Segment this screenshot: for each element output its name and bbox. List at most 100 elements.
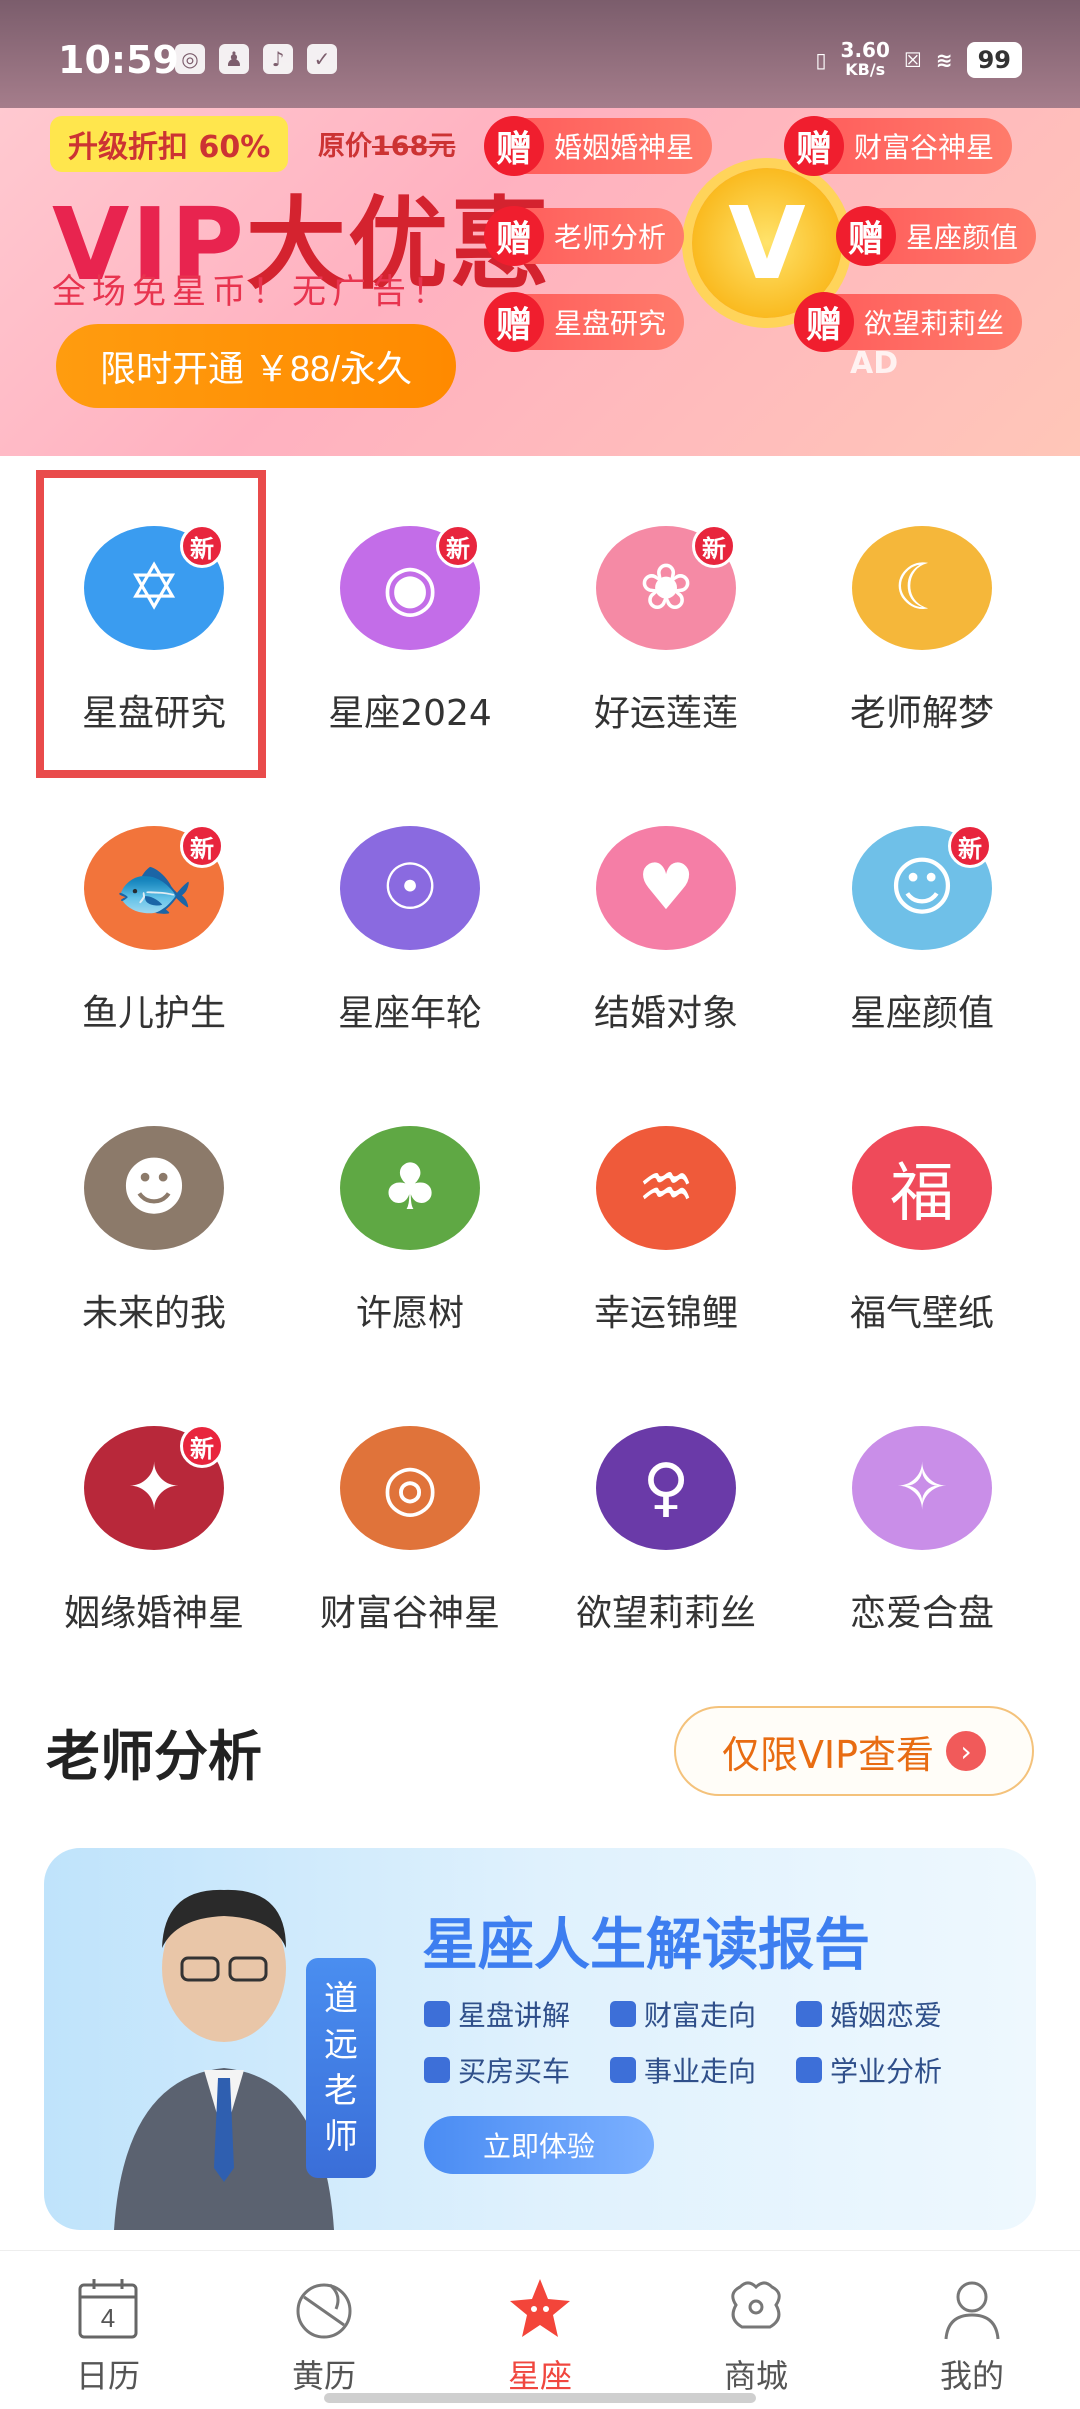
gift-icon: 赠 (484, 116, 544, 176)
section-title: 老师分析 (46, 1725, 262, 1788)
status-right: ▯ 3.60 KB/s ☒ ≋ 99 (816, 40, 1022, 80)
grid-item-label: 福气壁纸 (849, 1293, 994, 1334)
koi-icon: ♒ (596, 1126, 736, 1250)
grid-item[interactable]: ♥ 结婚对象 (538, 756, 794, 1036)
grid-item-label: 结婚对象 (593, 993, 738, 1034)
vip-banner[interactable]: 升级折扣 60% 原价168元 VIP大优惠 全场免星币！无广告！ 限时开通 ￥… (0, 108, 1080, 456)
shop-icon (731, 2281, 781, 2329)
try-now-button[interactable]: 立即体验 (424, 2116, 654, 2174)
selection-highlight (36, 470, 266, 778)
original-price-value: 168元 (372, 131, 456, 162)
gift-label: 财富谷神星 (854, 131, 995, 164)
original-price-label: 原价 (318, 131, 372, 162)
grid-item[interactable]: ♀ 欲望莉莉丝 (538, 1356, 794, 1636)
grid-item-label: 财富谷神星 (319, 1593, 500, 1634)
grid-item-label: 鱼儿护生 (81, 993, 226, 1034)
star-icon (510, 2279, 570, 2337)
notification-icons: ◎ ♟ ♪ ✓ (175, 44, 337, 74)
report-tag: 学业分析 (796, 2050, 942, 2090)
report-tag-label: 婚姻恋爱 (830, 1999, 943, 2032)
grid-item-label: 星座颜值 (849, 993, 994, 1034)
net-speed-unit: KB/s (845, 60, 886, 79)
tab-profile[interactable]: 我的 (864, 2251, 1080, 2409)
thumbs-up-icon (424, 2057, 450, 2083)
gift-label: 欲望莉莉丝 (864, 307, 1005, 340)
vibrate-icon: ▯ (815, 48, 827, 72)
teacher-name-char: 老 (324, 2071, 358, 2111)
report-tag: 事业走向 (610, 2050, 756, 2090)
tab-horoscope[interactable]: 星座 (432, 2251, 648, 2409)
grid-item[interactable]: ☻ 未来的我 (26, 1056, 282, 1336)
thumbs-up-icon (610, 2057, 636, 2083)
grid-item-label: 许愿树 (355, 1293, 464, 1334)
grid-item[interactable]: ☺ 星座颜值新 (794, 756, 1050, 1036)
report-tag: 星盘讲解 (424, 1994, 570, 2034)
report-tag-label: 财富走向 (644, 1999, 757, 2032)
grid-item[interactable]: ✧ 恋爱合盘 (794, 1356, 1050, 1636)
vip-only-label: 仅限VIP查看 (721, 1732, 935, 1777)
zodiac-wheel-icon: ☉ (340, 826, 480, 950)
tab-label: 星座 (507, 2357, 572, 2395)
gift-badge: 赠老师分析 (484, 206, 685, 266)
grid-item[interactable]: ◉ 星座2024 新 (282, 456, 538, 736)
status-time: 10:59 (58, 38, 179, 82)
new-badge: 新 (436, 524, 480, 568)
thumbs-up-icon (610, 2001, 636, 2027)
tab-label: 商城 (723, 2357, 788, 2395)
gift-badge: 赠婚姻婚神星 (484, 116, 713, 176)
tab-shop[interactable]: 商城 (648, 2251, 864, 2409)
report-tag-label: 买房买车 (458, 2055, 571, 2088)
report-tag: 买房买车 (424, 2050, 570, 2090)
gift-label: 婚姻婚神星 (554, 131, 695, 164)
home-indicator[interactable] (324, 2393, 756, 2403)
open-vip-button[interactable]: 限时开通 ￥88/永久 (56, 324, 456, 408)
report-tag: 财富走向 (610, 1994, 756, 2034)
grid-item[interactable]: ✦ 姻缘婚神星新 (26, 1356, 282, 1636)
man-portrait-icon: ☻ (84, 1126, 224, 1250)
thumbs-up-icon (796, 2057, 822, 2083)
grid-item-label: 幸运锦鲤 (593, 1293, 738, 1334)
grid-item[interactable]: ♣ 许愿树 (282, 1056, 538, 1336)
grid-item[interactable]: ☉ 星座年轮 (282, 756, 538, 1036)
venus-moon-icon: ♀ (596, 1426, 736, 1550)
almanac-icon (296, 2283, 352, 2339)
wish-tree-icon: ♣ (340, 1126, 480, 1250)
heart-icon: ♥ (596, 826, 736, 950)
gift-badge: 赠星座颜值 (836, 206, 1037, 266)
wifi-icon: ≋ (935, 48, 953, 72)
tab-calendar[interactable]: 4 日历 (0, 2251, 216, 2409)
report-tag: 婚姻恋爱 (796, 1994, 942, 2034)
constellation-icon: ✧ (852, 1426, 992, 1550)
thumbs-up-icon (424, 2001, 450, 2027)
status-bar: 10:59 ◎ ♟ ♪ ✓ ▯ 3.60 KB/s ☒ ≋ 99 (0, 0, 1080, 108)
gift-label: 星盘研究 (554, 307, 667, 340)
grid-item[interactable]: 🐟 鱼儿护生新 (26, 756, 282, 1036)
grid-item[interactable]: ◎ 财富谷神星 (282, 1356, 538, 1636)
tab-label: 黄历 (291, 2357, 356, 2395)
grid-item[interactable]: 福福气壁纸 (794, 1056, 1050, 1336)
ad-icon: AD (850, 346, 899, 381)
grid-item[interactable]: ♒ 幸运锦鲤 (538, 1056, 794, 1336)
tab-label: 我的 (939, 2357, 1004, 2395)
no-sim-icon: ☒ (903, 48, 922, 72)
report-title: 星座人生解读报告 (422, 1913, 870, 1978)
teacher-name-tag: 道 远 老 师 (306, 1958, 376, 2178)
vip-only-button[interactable]: 仅限VIP查看 › (674, 1706, 1034, 1796)
gift-badge: 赠星盘研究 (484, 292, 685, 352)
grid-item-label: 姻缘婚神星 (63, 1593, 244, 1634)
calendar-icon: 4 (78, 2279, 138, 2339)
grid-item[interactable]: ❀ 好运莲莲新 (538, 456, 794, 736)
gift-icon: 赠 (836, 206, 896, 266)
tiktok-icon: ♪ (263, 44, 293, 74)
grid-item-label: 星座年轮 (337, 993, 482, 1034)
grid-item-label: 未来的我 (81, 1293, 226, 1334)
tab-almanac[interactable]: 黄历 (216, 2251, 432, 2409)
battery-indicator: 99 (966, 42, 1022, 78)
shield-icon: ✓ (307, 44, 337, 74)
grid-item-label: 恋爱合盘 (849, 1593, 994, 1634)
target-disc-icon: ◎ (340, 1426, 480, 1550)
grid-item[interactable]: ☾ 老师解梦 (794, 456, 1050, 736)
teacher-report-card[interactable]: 道 远 老 师 星座人生解读报告 星盘讲解 财富走向 婚姻恋爱 买房买车 事业走… (44, 1848, 1036, 2230)
teacher-name-char: 远 (324, 2025, 358, 2065)
net-speed-value: 3.60 (840, 38, 890, 62)
